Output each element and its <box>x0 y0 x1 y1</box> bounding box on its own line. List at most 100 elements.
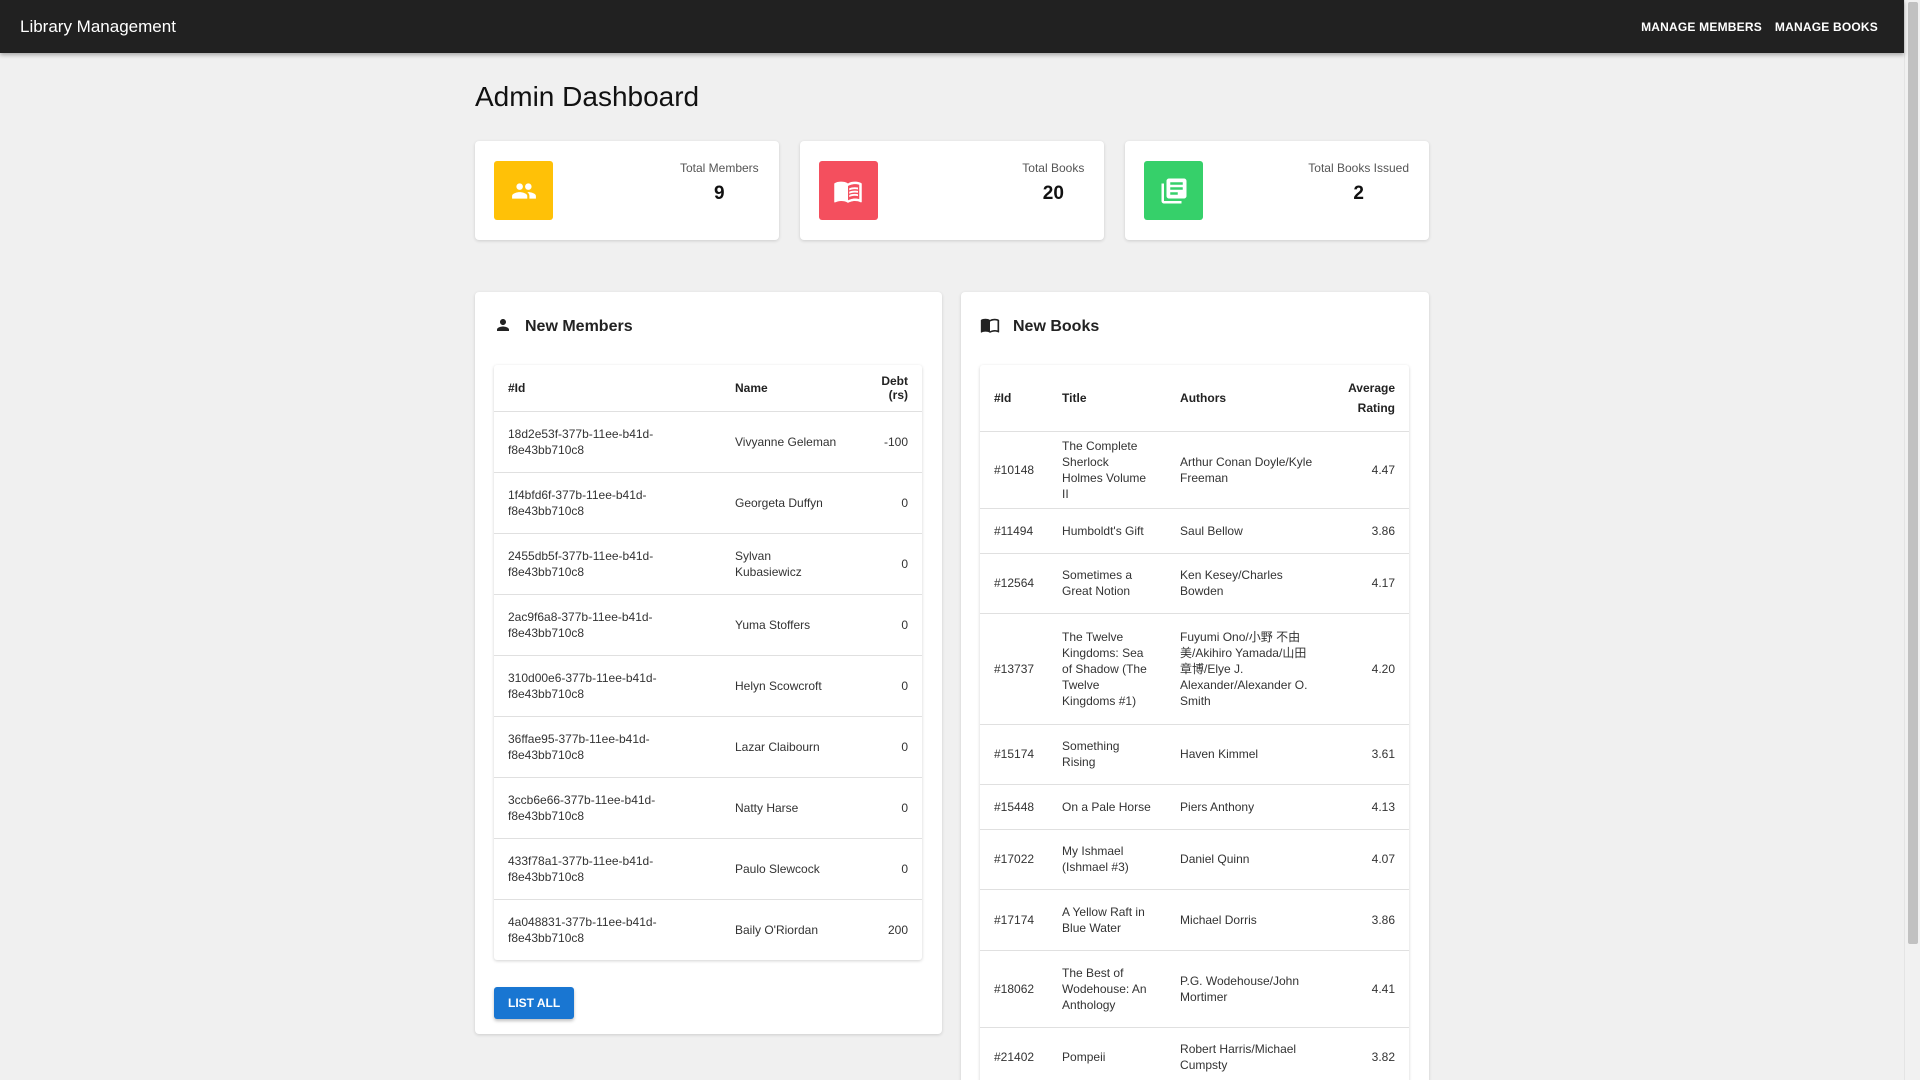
page-title: Admin Dashboard <box>475 81 700 112</box>
panels-row: New Members #Id Name Debt (rs) 18d2e53f-… <box>475 292 1429 1080</box>
table-row[interactable]: 433f78a1-377b-11ee-b41d-f8e43bb710c8 Paul… <box>494 838 922 900</box>
book-title: The Complete Sherlock Holmes Volume II <box>1048 431 1167 509</box>
main-content: Admin Dashboard Total Members 9 Total Bo… <box>475 53 1430 1080</box>
column-header-debt[interactable]: Debt (rs) <box>851 365 922 412</box>
member-debt: 0 <box>851 838 922 900</box>
list-icon <box>1144 161 1204 220</box>
table-row[interactable]: #17022 My Ishmael (Ishmael #3) Daniel Quin… <box>980 829 1409 890</box>
person-icon <box>494 316 512 339</box>
book-authors: Daniel Quinn <box>1166 829 1335 890</box>
table-row[interactable]: #12564 Sometimes a Great Notion Ken Kesey/… <box>980 553 1409 614</box>
table-row[interactable]: 2455db5f-377b-11ee-b41d-f8e43bb710c8 Sylv… <box>494 533 922 595</box>
table-row[interactable]: #15174 Something Rising Haven Kimmel 3.61 <box>980 724 1409 785</box>
stat-label: Total Books <box>1022 161 1085 175</box>
column-header-title[interactable]: Title <box>1048 365 1167 432</box>
book-authors: Fuyumi Ono/小野 不由美/Akihiro Yamada/山田 章博/E… <box>1166 613 1335 725</box>
member-id: 1f4bfd6f-377b-11ee-b41d-f8e43bb710c8 <box>494 472 721 534</box>
members-table: #Id Name Debt (rs) 18d2e53f-377b-11ee-b4… <box>494 365 922 960</box>
member-debt: 0 <box>851 594 922 656</box>
book-authors: Robert Harris/Michael Cumpsty <box>1180 1042 1297 1073</box>
column-header-id[interactable]: #Id <box>494 365 721 412</box>
scrollbar-thumb[interactable] <box>1908 2 1918 944</box>
member-debt: 0 <box>851 655 922 717</box>
table-row[interactable]: #21402 Pompeii Robert Harris/Michael Cumps… <box>980 1027 1409 1080</box>
table-row[interactable]: 310d00e6-377b-11ee-b41d-f8e43bb710c8 Hely… <box>494 655 922 717</box>
book-authors: Saul Bellow <box>1166 508 1335 554</box>
app-title[interactable]: Library Management <box>20 17 176 37</box>
table-row[interactable]: 36ffae95-377b-11ee-b41d-f8e43bb710c8 Laza… <box>494 716 922 778</box>
stat-label: Total Members <box>679 161 759 175</box>
table-row[interactable]: #17174 A Yellow Raft in Blue Water Michael… <box>980 889 1409 951</box>
book-id: #15448 <box>980 784 1049 830</box>
member-debt: 200 <box>887 922 908 937</box>
book-rating: 4.17 <box>1334 553 1409 614</box>
member-name: Helyn Scowcroft <box>721 655 851 717</box>
column-header-name[interactable]: Name <box>721 365 851 412</box>
book-id: #18062 <box>980 950 1049 1028</box>
member-debt: -100 <box>851 411 922 473</box>
nav-manage-members[interactable]: MANAGE MEMBERS <box>1641 20 1762 34</box>
member-name: Paulo Slewcock <box>721 838 851 900</box>
list-all-button[interactable]: LIST ALL <box>494 987 575 1019</box>
table-row[interactable]: 18d2e53f-377b-11ee-b41d-f8e43bb710c8 Vivy… <box>494 411 922 473</box>
panel-header: New Members <box>494 312 922 342</box>
new-books-panel: New Books #Id Title Authors Average Rati… <box>961 292 1429 1080</box>
stat-value: 2 <box>1353 183 1364 204</box>
table-row[interactable]: #10148 The Complete Sherlock Holmes Volum… <box>980 431 1409 509</box>
book-rating: 3.61 <box>1334 724 1409 785</box>
member-debt: 0 <box>851 533 922 595</box>
book-id: #12564 <box>980 553 1049 614</box>
stat-value: 20 <box>1042 183 1064 204</box>
table-row[interactable]: 3ccb6e66-377b-11ee-b41d-f8e43bb710c8 Natt… <box>494 777 922 839</box>
member-id: 4a048831-377b-11ee-b41d-f8e43bb710c8 <box>508 914 657 945</box>
book-title: The Twelve Kingdoms: Sea of Shadow (The … <box>1048 613 1167 725</box>
column-header-authors[interactable]: Authors <box>1166 365 1335 432</box>
table-row[interactable]: 2ac9f6a8-377b-11ee-b41d-f8e43bb710c8 Yuma… <box>494 594 922 656</box>
member-name: Lazar Claibourn <box>721 716 851 778</box>
book-rating: 4.13 <box>1334 784 1409 830</box>
member-name: Sylvan Kubasiewicz <box>721 533 851 595</box>
book-authors: Michael Dorris <box>1166 889 1335 951</box>
panel-header: New Books <box>980 312 1409 342</box>
panel-title: New Members <box>525 318 633 335</box>
open-book-icon <box>980 315 1000 340</box>
page-scrollbar[interactable] <box>1904 0 1920 1080</box>
table-row[interactable]: #15448 On a Pale Horse Piers Anthony 4.13 <box>980 784 1409 830</box>
book-authors: Arthur Conan Doyle/Kyle Freeman <box>1166 431 1335 509</box>
member-id: 3ccb6e66-377b-11ee-b41d-f8e43bb710c8 <box>494 777 721 839</box>
book-authors: P.G. Wodehouse/John Mortimer <box>1166 950 1335 1028</box>
book-id: #10148 <box>980 431 1049 509</box>
table-header-row: #Id Name Debt (rs) <box>494 365 922 412</box>
member-name: Natty Harse <box>721 777 851 839</box>
column-header-id[interactable]: #Id <box>980 365 1049 432</box>
book-authors: Piers Anthony <box>1166 784 1335 830</box>
member-id: 18d2e53f-377b-11ee-b41d-f8e43bb710c8 <box>494 411 721 473</box>
book-title: Sometimes a Great Notion <box>1048 553 1167 614</box>
app-bar: Library Management MANAGE MEMBERS MANAGE… <box>0 0 1904 53</box>
book-rating: 3.86 <box>1334 889 1409 951</box>
book-title: My Ishmael (Ishmael #3) <box>1048 829 1167 890</box>
book-id: #11494 <box>980 508 1049 554</box>
book-rating: 4.41 <box>1334 950 1409 1028</box>
book-title: A Yellow Raft in Blue Water <box>1048 889 1167 951</box>
member-id: 2ac9f6a8-377b-11ee-b41d-f8e43bb710c8 <box>494 594 721 656</box>
book-id: #13737 <box>980 613 1049 725</box>
book-id: #17022 <box>980 829 1049 890</box>
member-debt: 0 <box>851 472 922 534</box>
nav-manage-books[interactable]: MANAGE BOOKS <box>1775 20 1878 34</box>
book-title: Something Rising <box>1048 724 1167 785</box>
table-row[interactable]: #11494 Humboldt's Gift Saul Bellow 3.86 <box>980 508 1409 554</box>
member-name: Vivyanne Geleman <box>721 411 851 473</box>
stat-card-members: Total Members 9 <box>475 141 779 240</box>
table-row[interactable]: 1f4bfd6f-377b-11ee-b41d-f8e43bb710c8 Geor… <box>494 472 922 534</box>
new-members-panel: New Members #Id Name Debt (rs) 18d2e53f-… <box>475 292 942 1034</box>
member-name: Yuma Stoffers <box>721 594 851 656</box>
book-rating: 3.82 <box>1371 1050 1395 1065</box>
book-id: #17174 <box>980 889 1049 951</box>
table-row[interactable]: 4a048831-377b-11ee-b41d-f8e43bb710c8 Bail… <box>494 899 922 960</box>
member-name: Baily O'Riordan <box>735 922 818 937</box>
table-row[interactable]: #18062 The Best of Wodehouse: An Antholog… <box>980 950 1409 1028</box>
table-row[interactable]: #13737 The Twelve Kingdoms: Sea of Shadow… <box>980 613 1409 725</box>
column-header-rating[interactable]: Average Rating <box>1334 365 1409 432</box>
book-authors: Haven Kimmel <box>1166 724 1335 785</box>
